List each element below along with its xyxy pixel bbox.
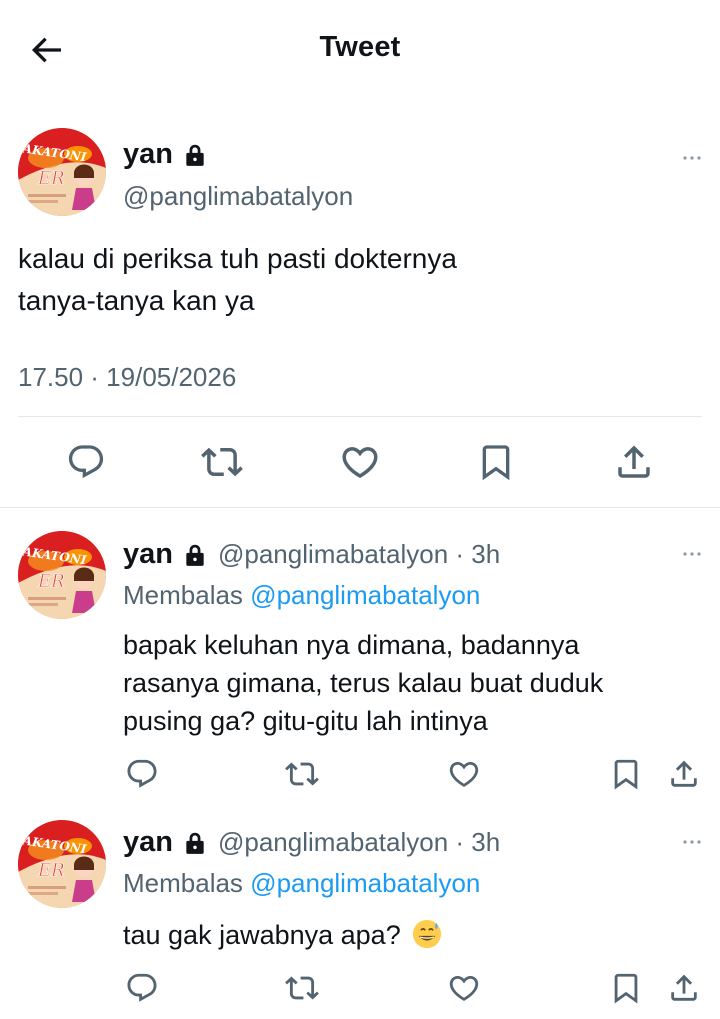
avatar-image bbox=[18, 531, 106, 619]
share-icon bbox=[613, 441, 655, 483]
share-icon bbox=[667, 757, 701, 791]
author-name-row: yan @panglimabatalyon · 3h bbox=[123, 538, 500, 571]
replying-to: Membalas @panglimabatalyon bbox=[123, 868, 480, 899]
share-icon bbox=[667, 971, 701, 1005]
author-handle-time[interactable]: @panglimabatalyon · 3h bbox=[218, 827, 500, 858]
tweet-text-line: pusing ga? gitu-gitu lah intinya bbox=[123, 706, 488, 736]
author-handle[interactable]: @panglimabatalyon bbox=[123, 181, 353, 212]
avatar[interactable] bbox=[18, 820, 106, 908]
page-title: Tweet bbox=[319, 31, 401, 63]
like-button[interactable] bbox=[338, 440, 382, 484]
tweet-text-line: rasanya gimana, terus kalau buat duduk bbox=[123, 668, 604, 698]
grinning-sweat-emoji bbox=[413, 919, 442, 949]
share-button[interactable] bbox=[665, 969, 703, 1007]
bookmark-button[interactable] bbox=[607, 755, 645, 793]
mention-link[interactable]: @panglimabatalyon bbox=[250, 868, 480, 898]
author-name-row[interactable]: yan bbox=[123, 138, 208, 171]
bookmark-icon bbox=[476, 442, 516, 482]
mention-link[interactable]: @panglimabatalyon bbox=[250, 580, 480, 610]
retweet-icon bbox=[285, 757, 319, 791]
reply-button[interactable] bbox=[64, 440, 108, 484]
like-button[interactable] bbox=[445, 969, 483, 1007]
more-icon[interactable] bbox=[678, 542, 706, 566]
author-name[interactable]: yan bbox=[123, 538, 173, 571]
reply-icon bbox=[125, 757, 159, 791]
reply-icon bbox=[66, 442, 106, 482]
avatar[interactable] bbox=[18, 128, 106, 216]
lock-icon bbox=[182, 542, 208, 568]
tweet-text: kalau di periksa tuh pasti dokternya tan… bbox=[18, 238, 457, 322]
bookmark-button[interactable] bbox=[474, 440, 518, 484]
more-icon[interactable] bbox=[678, 830, 706, 854]
avatar-image bbox=[18, 820, 106, 908]
avatar[interactable] bbox=[18, 531, 106, 619]
bookmark-icon bbox=[609, 757, 643, 791]
retweet-icon bbox=[201, 441, 243, 483]
replying-to-label: Membalas bbox=[123, 868, 243, 898]
author-handle-time[interactable]: @panglimabatalyon · 3h bbox=[218, 539, 500, 570]
tweet-text-line: bapak keluhan nya dimana, badannya bbox=[123, 630, 580, 660]
replying-to-label: Membalas bbox=[123, 580, 243, 610]
avatar-image bbox=[18, 128, 106, 216]
author-name[interactable]: yan bbox=[123, 826, 173, 859]
like-icon bbox=[447, 757, 481, 791]
retweet-button[interactable] bbox=[283, 755, 321, 793]
like-button[interactable] bbox=[445, 755, 483, 793]
like-icon bbox=[447, 971, 481, 1005]
tweet-text: bapak keluhan nya dimana, badannya rasan… bbox=[123, 626, 603, 740]
share-button[interactable] bbox=[665, 755, 703, 793]
bookmark-button[interactable] bbox=[607, 969, 645, 1007]
tweet-timestamp[interactable]: 17.50 · 19/05/2026 bbox=[18, 362, 236, 393]
tweet-text-line: kalau di periksa tuh pasti dokternya bbox=[18, 243, 457, 274]
more-icon[interactable] bbox=[678, 146, 706, 170]
author-name-row: yan @panglimabatalyon · 3h bbox=[123, 826, 500, 859]
retweet-button[interactable] bbox=[200, 440, 244, 484]
reply-button[interactable] bbox=[123, 755, 161, 793]
retweet-icon bbox=[285, 971, 319, 1005]
reply-button[interactable] bbox=[123, 969, 161, 1007]
retweet-button[interactable] bbox=[283, 969, 321, 1007]
divider bbox=[18, 416, 702, 417]
like-icon bbox=[339, 441, 381, 483]
divider bbox=[0, 507, 720, 508]
lock-icon bbox=[182, 142, 208, 168]
tweet-text-line: tau gak jawabnya apa? bbox=[123, 920, 401, 950]
tweet-text: tau gak jawabnya apa? bbox=[123, 916, 442, 954]
lock-icon bbox=[182, 830, 208, 856]
bookmark-icon bbox=[609, 971, 643, 1005]
tweet-text-line: tanya-tanya kan ya bbox=[18, 285, 255, 316]
reply-icon bbox=[125, 971, 159, 1005]
replying-to: Membalas @panglimabatalyon bbox=[123, 580, 480, 611]
top-bar: Tweet bbox=[0, 0, 720, 100]
author-name[interactable]: yan bbox=[123, 138, 173, 171]
share-button[interactable] bbox=[612, 440, 656, 484]
